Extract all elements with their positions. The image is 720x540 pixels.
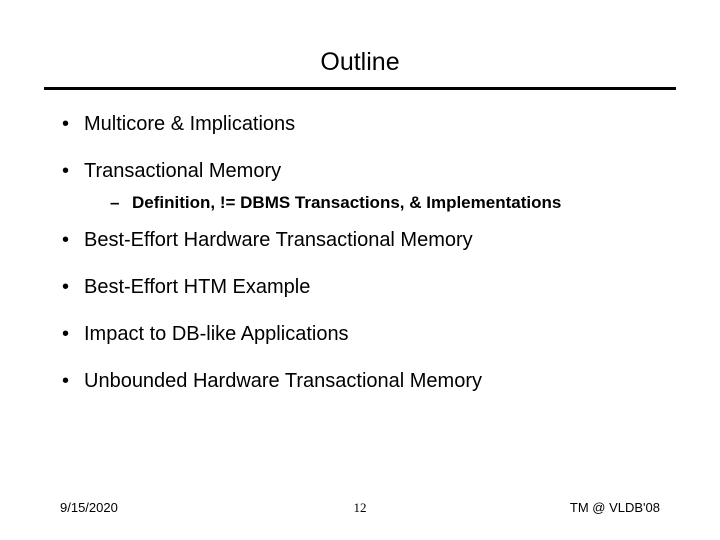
footer-page: 12 xyxy=(260,500,460,516)
bullet-text: Best-Effort HTM Example xyxy=(84,276,310,298)
title-area: Outline xyxy=(0,0,720,83)
list-item: Unbounded Hardware Transactional Memory xyxy=(60,369,660,394)
list-item: Multicore & Implications xyxy=(60,112,660,137)
sub-list-item: Definition, != DBMS Transactions, & Impl… xyxy=(84,192,660,214)
sub-list: Definition, != DBMS Transactions, & Impl… xyxy=(84,192,660,214)
footer: 9/15/2020 12 TM @ VLDB'08 xyxy=(0,500,720,516)
list-item: Impact to DB-like Applications xyxy=(60,322,660,347)
slide: Outline Multicore & Implications Transac… xyxy=(0,0,720,540)
bullet-text: Impact to DB-like Applications xyxy=(84,323,349,345)
content-area: Multicore & Implications Transactional M… xyxy=(0,90,720,394)
sub-bullet-text: Definition, != DBMS Transactions, & Impl… xyxy=(132,193,561,212)
bullet-list: Multicore & Implications Transactional M… xyxy=(60,112,660,394)
list-item: Transactional Memory Definition, != DBMS… xyxy=(60,159,660,214)
footer-date: 9/15/2020 xyxy=(60,500,260,515)
footer-venue: TM @ VLDB'08 xyxy=(460,500,660,515)
list-item: Best-Effort Hardware Transactional Memor… xyxy=(60,228,660,253)
bullet-text: Best-Effort Hardware Transactional Memor… xyxy=(84,229,473,251)
bullet-text: Unbounded Hardware Transactional Memory xyxy=(84,370,482,392)
slide-title: Outline xyxy=(320,48,399,77)
bullet-text: Multicore & Implications xyxy=(84,113,295,135)
bullet-text: Transactional Memory xyxy=(84,160,281,182)
list-item: Best-Effort HTM Example xyxy=(60,275,660,300)
